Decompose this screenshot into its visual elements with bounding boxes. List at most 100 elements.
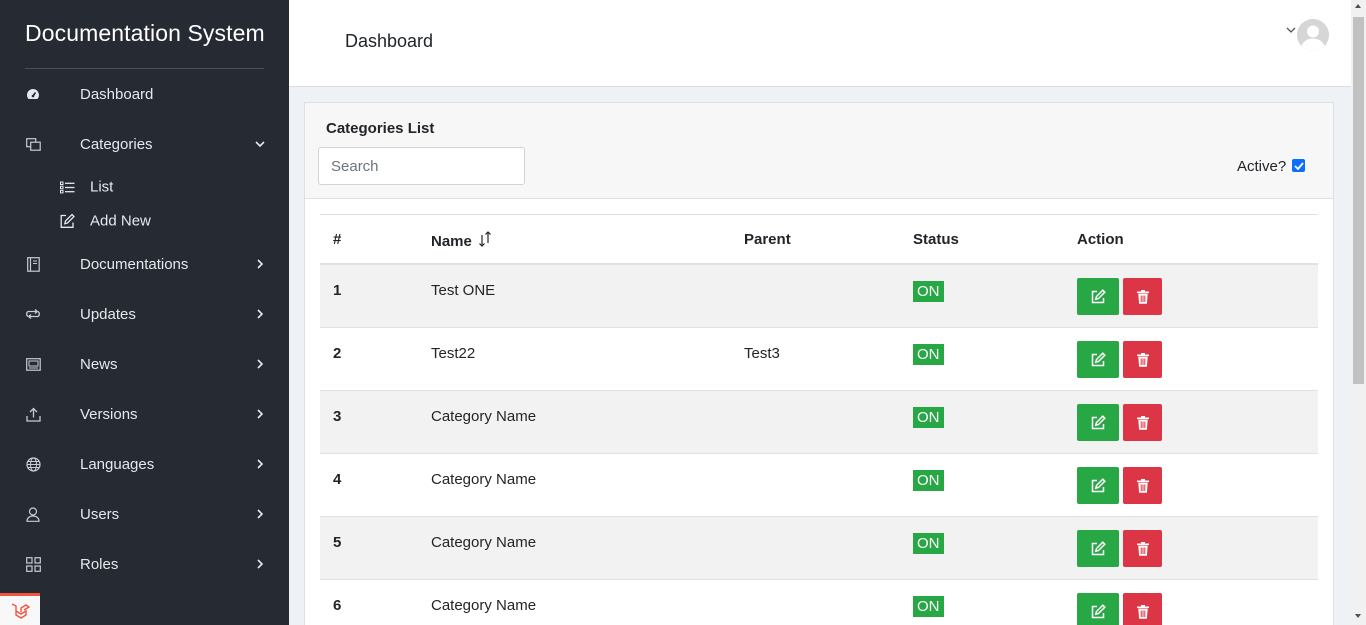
delete-button[interactable]	[1123, 530, 1162, 567]
sidebar-item-versions[interactable]: Versions	[0, 394, 289, 434]
row-number: 4	[333, 471, 342, 488]
row-name: Category Name	[431, 597, 537, 614]
chevron-right-icon	[255, 459, 265, 469]
list-icon	[60, 180, 75, 195]
edit-icon	[60, 213, 75, 229]
edit-icon	[1091, 604, 1106, 619]
scroll-down-icon[interactable]	[1355, 614, 1361, 618]
sidebar-subitem-label: List	[90, 178, 114, 196]
sidebar-item-dashboard[interactable]: Dashboard	[0, 74, 289, 114]
sidebar-item-users[interactable]: Users	[0, 494, 289, 534]
sidebar-item-label: News	[80, 355, 118, 373]
edit-button[interactable]	[1077, 341, 1119, 378]
user-icon	[25, 506, 41, 522]
categories-card: Categories List Active? # Name Parent St…	[304, 102, 1334, 625]
sidebar-subitem-list[interactable]: List	[0, 172, 289, 202]
row-number: 3	[333, 408, 342, 425]
edit-icon	[1091, 478, 1106, 493]
delete-button[interactable]	[1123, 278, 1162, 315]
delete-button[interactable]	[1123, 593, 1162, 625]
column-header-number: #	[333, 231, 342, 248]
sidebar-item-label: Updates	[80, 305, 136, 323]
status-badge: ON	[913, 533, 944, 554]
trash-icon	[1136, 541, 1149, 556]
scroll-thumb[interactable]	[1353, 17, 1364, 384]
edit-button[interactable]	[1077, 467, 1119, 504]
sidebar-subitem-add-new[interactable]: Add New	[0, 206, 289, 236]
grid-icon	[25, 556, 41, 572]
row-number: 1	[333, 282, 342, 299]
chevron-right-icon	[255, 359, 265, 369]
sidebar-item-label: Versions	[80, 405, 138, 423]
brand-title[interactable]: Documentation System	[25, 20, 265, 47]
avatar[interactable]	[1297, 19, 1329, 51]
sidebar: Documentation System Dashboard Categorie…	[0, 0, 289, 625]
active-checkbox[interactable]	[1292, 159, 1305, 172]
column-header-action: Action	[1077, 231, 1124, 248]
table-row: 4 Category Name ON	[320, 454, 1318, 517]
sidebar-subitem-label: Add New	[90, 212, 151, 230]
trash-icon	[1136, 604, 1149, 619]
chevron-right-icon	[255, 509, 265, 519]
chevron-right-icon	[255, 559, 265, 569]
row-number: 6	[333, 597, 342, 614]
sidebar-item-categories[interactable]: Categories	[0, 124, 289, 164]
row-number: 2	[333, 345, 342, 362]
speedometer-icon	[25, 86, 41, 102]
search-input[interactable]	[318, 147, 525, 185]
delete-button[interactable]	[1123, 467, 1162, 504]
status-badge: ON	[913, 596, 944, 617]
chevron-down-icon	[255, 139, 265, 149]
laravel-debugbar-icon[interactable]	[0, 593, 40, 625]
column-header-status: Status	[913, 231, 959, 248]
table-row: 3 Category Name ON	[320, 391, 1318, 454]
row-name: Test22	[431, 345, 476, 362]
upload-icon	[25, 406, 41, 422]
sidebar-item-label: Users	[80, 505, 120, 523]
sidebar-item-documentations[interactable]: Documentations	[0, 244, 289, 284]
trash-icon	[1136, 415, 1149, 430]
column-header-parent: Parent	[744, 231, 791, 248]
column-header-name[interactable]: Name	[431, 231, 492, 251]
sort-icon[interactable]	[478, 231, 492, 251]
table-row: 1 Test ONE ON	[320, 265, 1318, 328]
table-header: # Name Parent Status Action	[320, 214, 1318, 265]
sidebar-item-label: Languages	[80, 455, 155, 473]
row-name: Category Name	[431, 408, 537, 425]
row-name: Category Name	[431, 534, 537, 551]
topbar: Dashboard	[289, 0, 1351, 87]
book-icon	[25, 256, 41, 272]
trash-icon	[1136, 478, 1149, 493]
sidebar-item-languages[interactable]: Languages	[0, 444, 289, 484]
sidebar-item-label: Documentations	[80, 255, 189, 273]
sidebar-item-label: Roles	[80, 555, 119, 573]
row-name: Test ONE	[431, 282, 496, 299]
trash-icon	[1136, 289, 1149, 304]
delete-button[interactable]	[1123, 404, 1162, 441]
scroll-up-icon[interactable]	[1355, 4, 1361, 8]
status-badge: ON	[913, 407, 944, 428]
sidebar-item-roles[interactable]: Roles	[0, 544, 289, 584]
card-title: Categories List	[326, 120, 435, 137]
delete-button[interactable]	[1123, 341, 1162, 378]
edit-button[interactable]	[1077, 593, 1119, 625]
active-filter-label: Active?	[1237, 158, 1287, 175]
sync-icon	[25, 306, 41, 322]
chevron-down-icon[interactable]	[1286, 20, 1296, 33]
status-badge: ON	[913, 344, 944, 365]
sidebar-item-news[interactable]: News	[0, 344, 289, 384]
row-parent: Test3	[744, 345, 780, 362]
status-badge: ON	[913, 281, 944, 302]
card-header: Categories List Active?	[305, 103, 1333, 199]
edit-button[interactable]	[1077, 404, 1119, 441]
status-badge: ON	[913, 470, 944, 491]
newspaper-icon	[25, 356, 41, 372]
row-number: 5	[333, 534, 342, 551]
chevron-right-icon	[255, 409, 265, 419]
sidebar-item-label: Dashboard	[80, 85, 154, 103]
edit-button[interactable]	[1077, 530, 1119, 567]
copy-icon	[25, 136, 41, 152]
edit-button[interactable]	[1077, 278, 1119, 315]
sidebar-item-updates[interactable]: Updates	[0, 294, 289, 334]
page-scrollbar[interactable]	[1351, 0, 1366, 625]
